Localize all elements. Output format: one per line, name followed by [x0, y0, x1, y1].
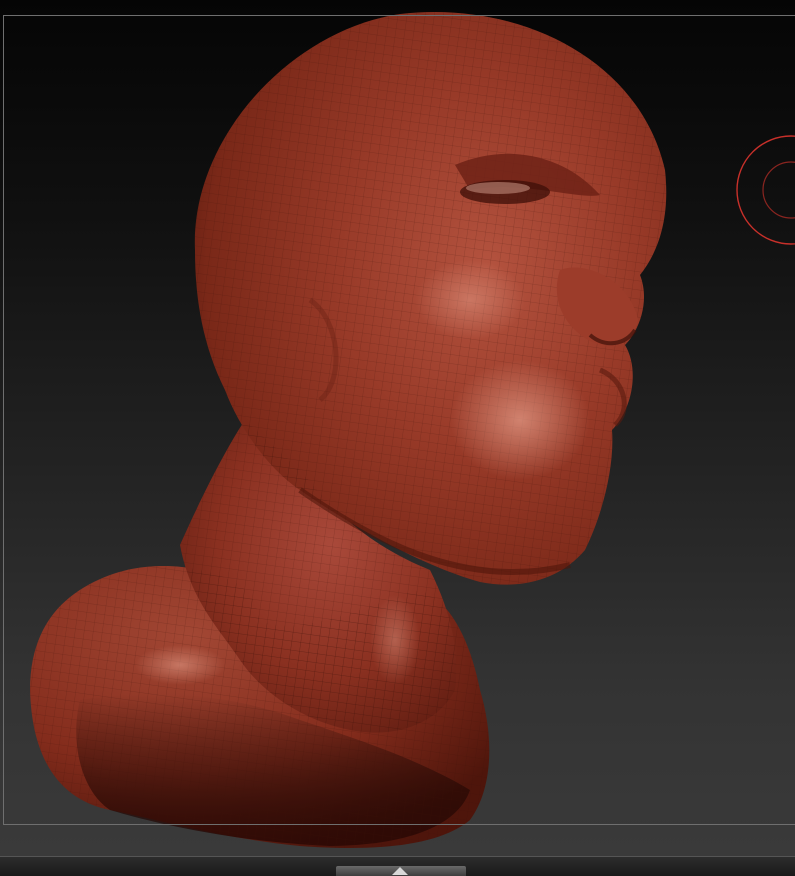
expand-shelf-arrow-icon[interactable]	[388, 865, 412, 876]
sculpt-viewport[interactable]	[0, 0, 795, 856]
rotate-gizmo-icon[interactable]	[736, 135, 795, 245]
sculpted-head-model[interactable]	[0, 0, 795, 856]
